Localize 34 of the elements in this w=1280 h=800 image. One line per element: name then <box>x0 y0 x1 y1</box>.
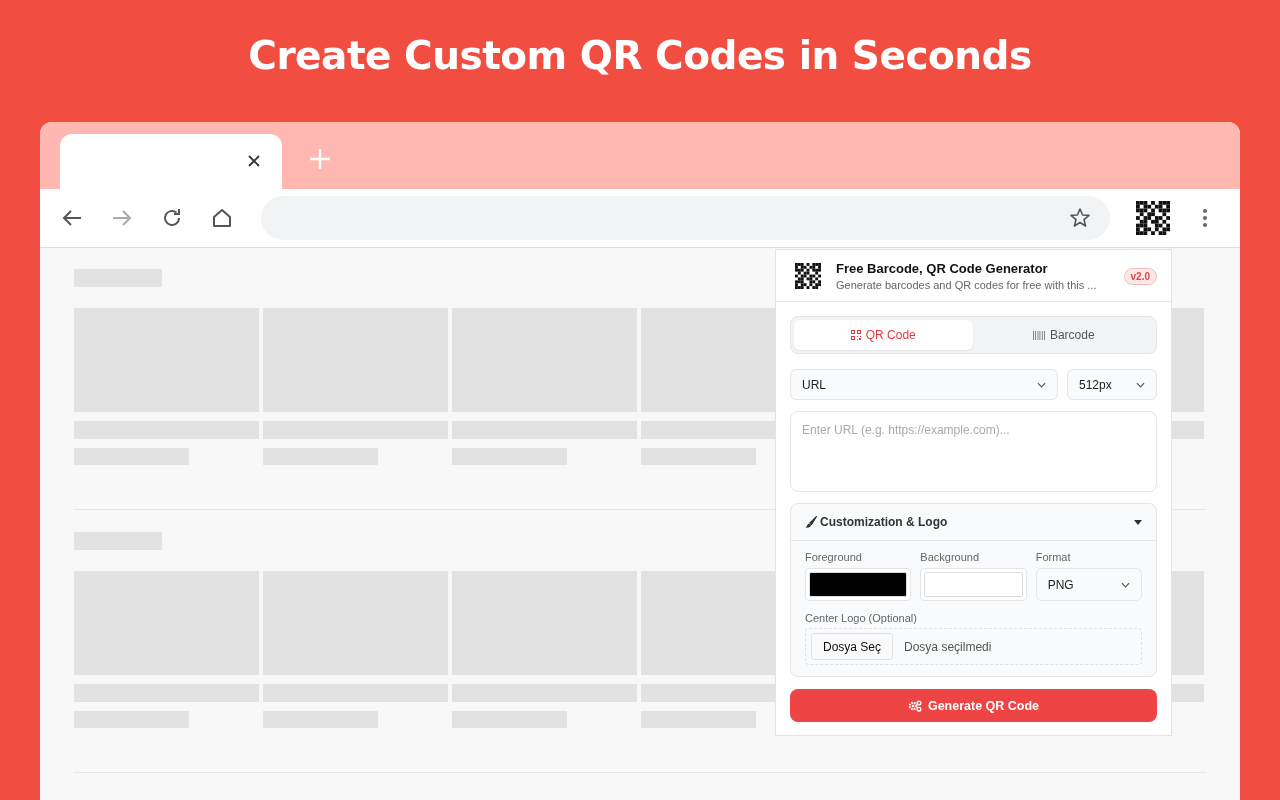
qr-code-icon <box>795 263 821 289</box>
home-icon[interactable] <box>211 207 233 229</box>
brush-icon <box>805 516 817 528</box>
field-label: Center Logo (Optional) <box>805 612 918 624</box>
customization-header[interactable]: Customization & Logo <box>791 504 1156 541</box>
field-label: Background <box>920 551 981 563</box>
popup-title: Free Barcode, QR Code Generator <box>836 261 1049 276</box>
headline: Create Custom QR Codes in Seconds <box>248 32 1032 78</box>
popup-subtitle: Generate barcodes and QR codes for free with this ... <box>836 279 1098 291</box>
generate-button[interactable]: Generate QR Code <box>790 689 1157 722</box>
caret-icon <box>1134 519 1142 525</box>
gears-icon <box>907 699 922 712</box>
mode-tab[interactable]: Barcode <box>974 320 1153 350</box>
star-icon[interactable] <box>1069 207 1091 229</box>
mode-tab[interactable]: QR Code <box>794 320 973 350</box>
file-input[interactable]: Dosya Seç Dosya seçilmedi <box>805 628 1142 665</box>
url-input[interactable]: Enter URL (e.g. https://example.com)... <box>790 411 1157 492</box>
version-badge: v2.0 <box>1123 267 1157 285</box>
file-status: Dosya seçilmedi <box>904 639 992 654</box>
choose-file-button[interactable]: Dosya Seç <box>811 633 894 660</box>
field-label: Format <box>1035 551 1072 563</box>
chevron-icon <box>1121 581 1130 588</box>
field-label: Foreground <box>805 551 863 563</box>
size-select[interactable]: 512px <box>1067 369 1157 400</box>
reload-icon[interactable] <box>161 207 183 229</box>
chevron-icon <box>1136 381 1145 388</box>
type-select[interactable]: URL <box>790 369 1058 400</box>
qr-code-icon <box>850 330 861 340</box>
qr-code-icon[interactable] <box>1136 201 1170 235</box>
chevron-icon <box>1037 381 1046 388</box>
format-select[interactable]: PNG <box>1035 568 1142 601</box>
menu-icon[interactable] <box>1202 208 1208 228</box>
close-icon[interactable] <box>247 153 261 168</box>
barcode-icon <box>1032 330 1045 340</box>
